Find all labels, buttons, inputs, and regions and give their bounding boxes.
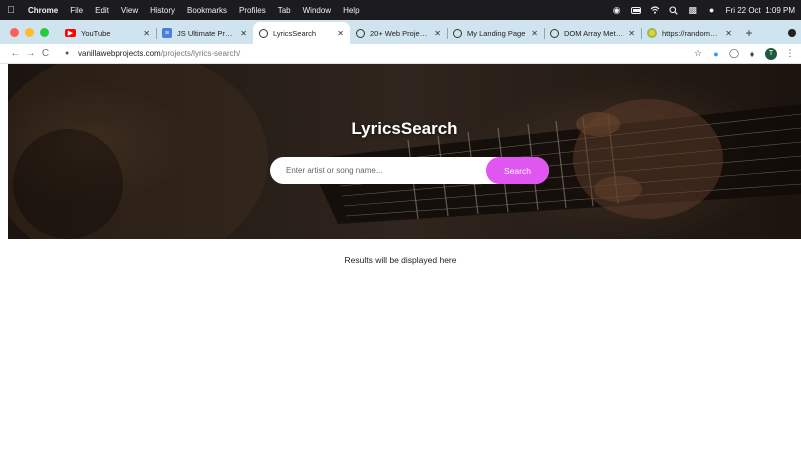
hero-header: LyricsSearch Search [8,64,801,239]
tab-label: JS Ultimate Projects [177,28,236,38]
tab-web-projects[interactable]: 20+ Web Projects With ✕ [350,22,447,44]
forward-arrow-icon[interactable]: → [23,48,38,59]
wifi-icon[interactable] [650,5,660,15]
search-button[interactable]: Search [486,157,549,184]
menubar-status-area: ◉ ▩ ● Fri 22 Oct 1:09 PM [612,5,801,16]
close-tab-icon[interactable]: ✕ [725,29,732,38]
reload-icon[interactable]: C [38,48,53,59]
search-input[interactable] [270,157,486,184]
menu-app-name[interactable]: Chrome [22,6,64,15]
back-arrow-icon[interactable]: ← [8,48,23,59]
close-window-button[interactable] [10,27,19,37]
menu-edit[interactable]: Edit [89,6,115,15]
globe-icon [550,28,559,38]
emoji-icon [647,28,657,38]
tab-youtube[interactable]: ▶ YouTube ✕ [59,22,156,44]
menu-window[interactable]: Window [297,6,337,15]
close-tab-icon[interactable]: ✕ [531,29,538,38]
close-tab-icon[interactable]: ✕ [337,29,344,38]
tab-my-landing-page[interactable]: My Landing Page ✕ [447,22,544,44]
control-center-icon[interactable]: ▩ [688,5,698,15]
spotlight-search-icon[interactable] [669,5,679,15]
close-tab-icon[interactable]: ✕ [628,29,635,38]
tab-label: My Landing Page [467,28,526,38]
menu-profiles[interactable]: Profiles [233,6,272,15]
battery-icon[interactable] [630,5,641,15]
globe-icon [356,28,365,38]
minimize-window-button[interactable] [25,27,34,37]
globe-icon [259,28,268,38]
close-tab-icon[interactable]: ✕ [143,29,150,38]
browser-tab-strip: ▶ YouTube ✕ ≡ JS Ultimate Projects ✕ Lyr… [0,20,801,44]
tab-search-icon[interactable] [783,22,801,44]
extensions-puzzle-icon[interactable]: ♦ [747,49,757,59]
fullscreen-window-button[interactable] [40,27,49,37]
address-bar[interactable]: ● vanillawebprojects.com/projects/lyrics… [59,46,685,62]
macos-menubar:  Chrome File Edit View History Bookmark… [0,0,801,20]
url-domain: vanillawebprojects.com [78,49,161,58]
hero-overlay [8,64,801,239]
globe-icon [453,28,462,38]
close-tab-icon[interactable]: ✕ [240,29,247,38]
youtube-icon: ▶ [65,29,76,37]
tab-lyrics-search[interactable]: LyricsSearch ✕ [253,22,350,44]
apple-menu-icon[interactable]:  [0,5,22,16]
page-title: LyricsSearch [351,119,458,138]
bookmark-star-icon[interactable]: ☆ [693,48,703,59]
tab-label: YouTube [81,28,111,38]
tab-randomuser[interactable]: https://randomuser.me ✕ [641,22,738,44]
lock-icon[interactable]: ● [65,50,73,57]
search-form: Search [270,157,549,184]
menu-view[interactable]: View [115,6,144,15]
menu-bookmarks[interactable]: Bookmarks [181,6,233,15]
more-menu-icon[interactable]: ⋮ [785,48,795,59]
record-icon[interactable]: ◉ [612,5,622,15]
profile-avatar[interactable]: T [765,47,777,60]
tab-js-ultimate-projects[interactable]: ≡ JS Ultimate Projects ✕ [156,22,253,44]
new-tab-button[interactable]: + [738,22,760,44]
close-tab-icon[interactable]: ✕ [434,29,441,38]
browser-toolbar: ← → C ● vanillawebprojects.com/projects/… [0,44,801,64]
window-controls [0,20,59,44]
tab-label: DOM Array Methods [564,28,625,38]
tab-label: LyricsSearch [273,28,317,38]
menu-help[interactable]: Help [337,6,365,15]
menubar-clock[interactable]: Fri 22 Oct 1:09 PM [726,6,795,15]
siri-icon[interactable]: ● [707,5,717,15]
extension-icon[interactable]: ◯ [729,48,739,59]
tab-dom-array-methods[interactable]: DOM Array Methods ✕ [544,22,641,44]
url-path: /projects/lyrics-search/ [160,49,241,58]
tab-label: 20+ Web Projects With [370,28,430,38]
toolbar-actions: ☆ ● ◯ ♦ T ⋮ [685,47,801,60]
extension-drop-icon[interactable]: ● [711,49,721,59]
tab-label: https://randomuser.me [662,28,721,38]
results-placeholder: Results will be displayed here [344,255,457,265]
menu-file[interactable]: File [64,6,89,15]
document-icon: ≡ [162,28,172,38]
menu-history[interactable]: History [144,6,181,15]
menu-tab[interactable]: Tab [272,6,297,15]
